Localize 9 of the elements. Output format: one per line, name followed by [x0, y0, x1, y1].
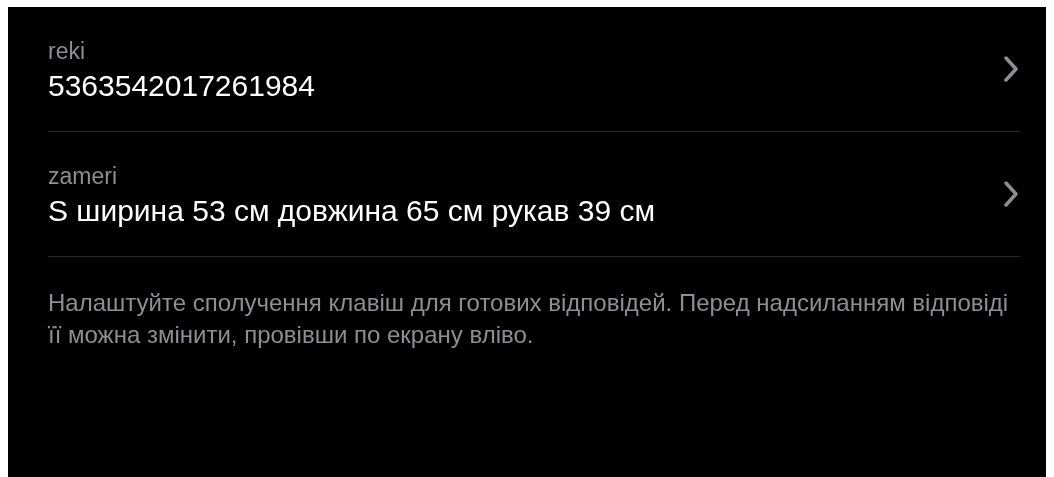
shortcut-text: S ширина 53 см довжина 65 см рукав 39 см	[48, 193, 656, 229]
footer-note: Налаштуйте сполучення клавіш для готових відповідей. Перед надсиланням відповіді її можна змінити, провівши по екрану вліво.	[48, 288, 1010, 350]
shortcut-text: 5363542017261984	[48, 68, 315, 104]
shortcut-phrase: reki	[48, 37, 87, 66]
shortcut-row[interactable]: zameri S ширина 53 см довжина 65 см рукав 39 см	[48, 132, 1020, 257]
shortcut-phrase: zameri	[48, 162, 118, 191]
shortcut-row[interactable]: reki 5363542017261984	[48, 7, 1020, 132]
chevron-right-icon	[1004, 181, 1018, 207]
chevron-right-icon	[1004, 56, 1018, 82]
